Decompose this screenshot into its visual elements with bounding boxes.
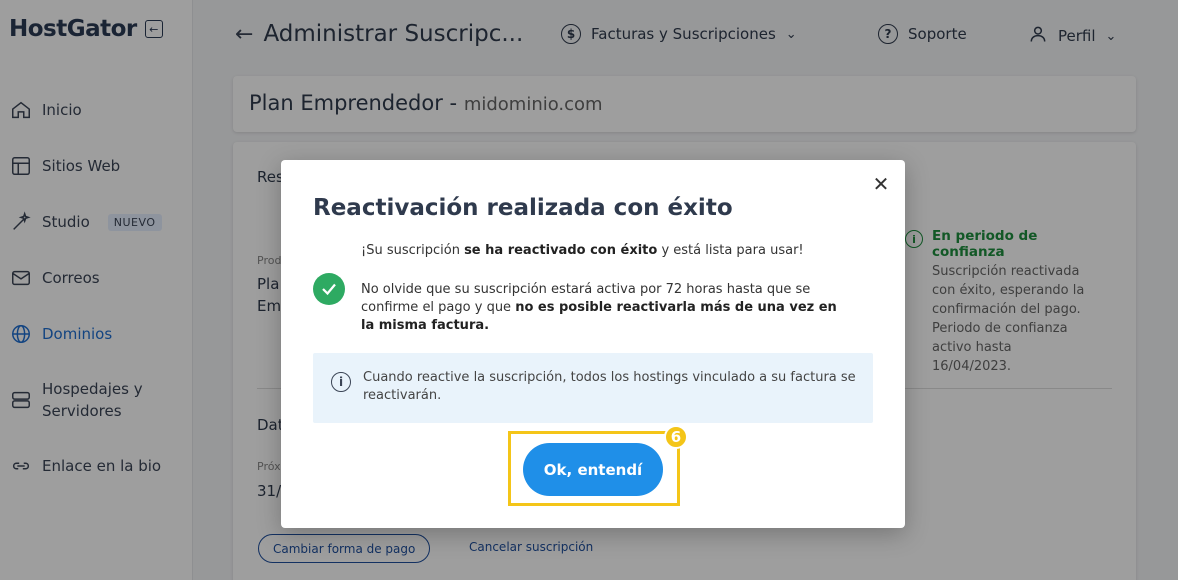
info-text: Cuando reactive la suscripción, todos lo… [363,370,856,403]
msg1-part-a: ¡Su suscripción [361,243,465,258]
modal-title: Reactivación realizada con éxito [313,195,733,221]
step-number-badge: 6 [664,425,688,449]
info-icon: i [331,372,351,392]
success-modal: ✕ Reactivación realizada con éxito ¡Su s… [281,160,905,528]
modal-message-2: No olvide que su suscripción estará acti… [361,281,846,335]
msg1-part-c: y está lista para usar! [657,243,804,258]
check-circle-icon [313,273,345,305]
close-icon[interactable]: ✕ [871,172,891,196]
info-box: i Cuando reactive la suscripción, todos … [313,353,873,423]
ok-understood-button[interactable]: Ok, entendí [523,443,663,496]
modal-message-1: ¡Su suscripción se ha reactivado con éxi… [361,243,804,258]
msg1-part-b: se ha reactivado con éxito [464,243,658,258]
